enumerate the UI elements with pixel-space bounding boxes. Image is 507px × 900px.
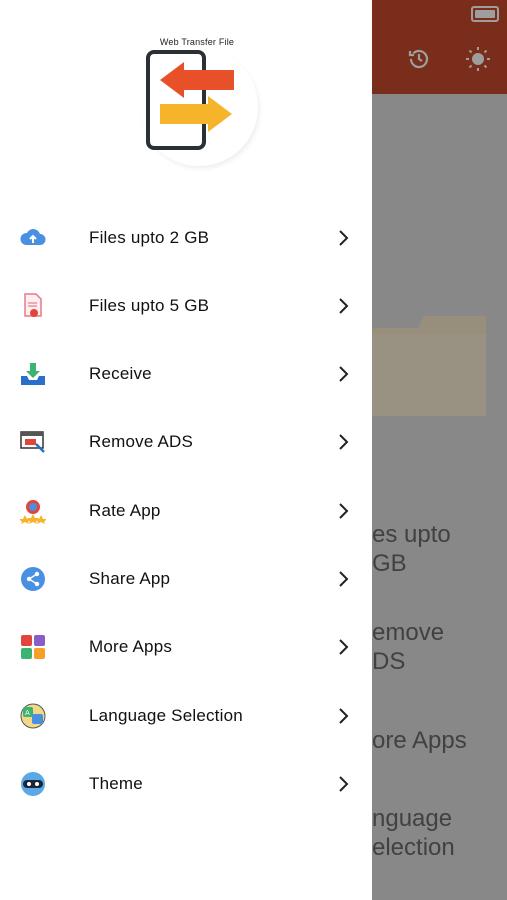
menu-item-label: Files upto 2 GB <box>89 228 210 247</box>
share-icon <box>19 565 47 593</box>
menu-item-label: Receive <box>89 364 152 383</box>
chevron-right-icon <box>339 298 349 314</box>
download-tray-icon <box>19 360 47 388</box>
chevron-right-icon <box>339 366 349 382</box>
chevron-right-icon <box>339 776 349 792</box>
navigation-drawer: Web Transfer File Files upto 2 GB Files … <box>0 0 372 900</box>
transfer-logo-icon <box>146 50 234 150</box>
menu-item-label: Theme <box>89 774 143 793</box>
menu-item-label: Share App <box>89 569 171 588</box>
menu-item-language-selection[interactable]: A Language Selection <box>0 682 372 750</box>
menu-item-label: More Apps <box>89 637 173 656</box>
language-icon: A <box>19 702 47 730</box>
app-logo: Web Transfer File <box>132 28 262 170</box>
menu-item-files-2gb[interactable]: Files upto 2 GB <box>0 204 372 272</box>
chevron-right-icon <box>339 708 349 724</box>
menu-item-remove-ads[interactable]: Remove ADS <box>0 408 372 476</box>
remove-ads-icon <box>19 428 47 456</box>
logo-title: Web Transfer File <box>159 37 235 47</box>
menu-item-rate-app[interactable]: Rate App <box>0 477 372 545</box>
chevron-right-icon <box>339 639 349 655</box>
menu-item-theme[interactable]: Theme <box>0 750 372 818</box>
menu-item-files-5gb[interactable]: Files upto 5 GB <box>0 272 372 340</box>
drawer-scrim[interactable] <box>372 0 507 900</box>
theme-mask-icon <box>19 770 47 798</box>
menu-item-share-app[interactable]: Share App <box>0 545 372 613</box>
menu-item-label: Rate App <box>89 501 161 520</box>
svg-text:A: A <box>25 709 30 717</box>
rate-badge-icon <box>19 497 47 525</box>
chevron-right-icon <box>339 434 349 450</box>
chevron-right-icon <box>339 230 349 246</box>
menu-item-label: Files upto 5 GB <box>89 296 210 315</box>
menu-item-receive[interactable]: Receive <box>0 340 372 408</box>
apps-grid-icon <box>19 633 47 661</box>
chevron-right-icon <box>339 503 349 519</box>
chevron-right-icon <box>339 571 349 587</box>
cloud-upload-icon <box>19 224 47 252</box>
menu-item-more-apps[interactable]: More Apps <box>0 613 372 681</box>
menu-item-label: Remove ADS <box>89 432 194 451</box>
menu-item-label: Language Selection <box>89 706 243 725</box>
file-upload-icon <box>19 292 47 320</box>
